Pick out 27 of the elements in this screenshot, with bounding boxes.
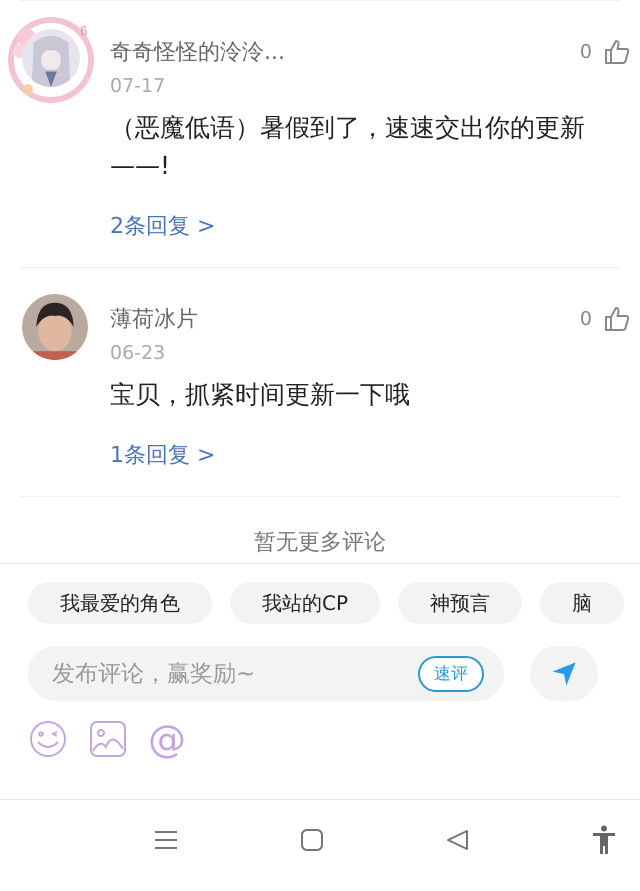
thumbs-up-icon[interactable]	[604, 306, 630, 332]
topic-chip[interactable]: 我站的CP	[230, 582, 380, 624]
comment-date: 06-23	[110, 342, 166, 364]
like-count: 0	[580, 41, 592, 63]
quick-comment-button[interactable]: 速评	[418, 656, 484, 692]
back-icon[interactable]	[446, 828, 470, 852]
replies-link[interactable]: 2条回复 >	[110, 211, 630, 241]
home-icon[interactable]	[300, 828, 324, 852]
image-icon[interactable]	[88, 719, 128, 759]
replies-link[interactable]: 1条回复 >	[110, 440, 630, 470]
comment-text: 宝贝，抓紧时间更新一下哦	[110, 379, 411, 411]
level-number-text: 6	[80, 25, 88, 37]
no-more-comments-text: 暂无更多评论	[254, 529, 386, 557]
user-name[interactable]: 薄荷冰片	[110, 304, 580, 334]
comment-date: 07-17	[110, 75, 166, 97]
accessibility-icon[interactable]	[592, 825, 616, 855]
comment-input[interactable]: 发布评论，赢奖励~ 速评	[28, 646, 504, 701]
topic-chip[interactable]: 我最爱的角色	[28, 582, 212, 624]
topic-chip[interactable]: 神预言	[398, 582, 522, 624]
like-count: 0	[580, 308, 592, 330]
send-icon	[550, 660, 578, 688]
topic-chip[interactable]: 脑	[540, 582, 624, 624]
comment-text: （恶魔低语）暑假到了，速速交出你的更新——!	[110, 112, 586, 182]
menu-icon[interactable]	[154, 828, 178, 852]
emoji-icon[interactable]	[28, 719, 68, 759]
thumbs-up-icon[interactable]	[604, 39, 630, 65]
user-name[interactable]: 奇奇怪怪的泠泠...	[110, 37, 580, 67]
